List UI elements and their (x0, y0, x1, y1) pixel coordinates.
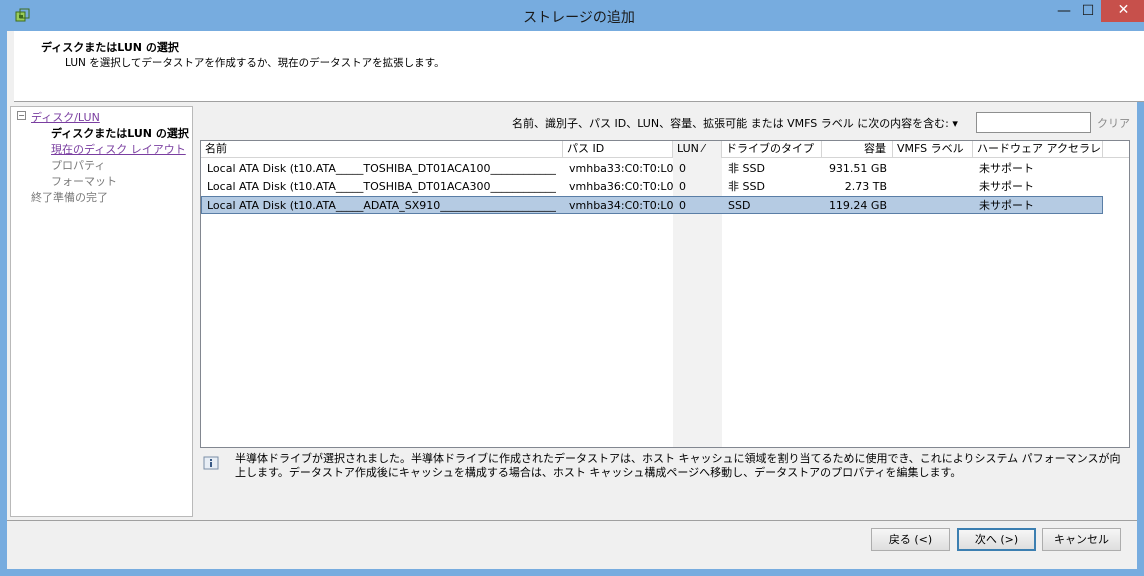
cell-vmfs-label (893, 178, 973, 196)
cell-drive-type: SSD (728, 199, 751, 212)
cell-lun: 0 (679, 199, 686, 212)
nav-item-format: フォーマット (51, 175, 117, 188)
back-button[interactable]: 戻る (<) (871, 528, 950, 551)
column-header-drive-type[interactable]: ドライブのタイプ (722, 141, 822, 158)
filter-input[interactable] (976, 112, 1091, 133)
cell-path-id: vmhba33:C0:T0:L0 (569, 162, 673, 175)
cell-drive-type: 非 SSD (728, 162, 765, 175)
wizard-steps-tree: − ディスク/LUN ディスクまたはLUN の選択 現在のディスク レイアウト … (10, 106, 193, 517)
cell-path-id: vmhba36:C0:T0:L0 (569, 180, 673, 193)
nav-item-properties: プロパティ (51, 159, 106, 172)
nav-item-ready-to-complete: 終了準備の完了 (31, 191, 108, 204)
cell-hw-accel: 未サポート (979, 162, 1034, 175)
cell-name: Local ATA Disk (t10.ATA_____ADATA_SX910_… (207, 199, 556, 212)
column-header-capacity[interactable]: 容量 (822, 141, 893, 158)
wizard-header: ディスクまたはLUN の選択 LUN を選択してデータストアを作成するか、現在の… (14, 31, 1144, 102)
cell-capacity: 119.24 GB (828, 199, 887, 212)
column-header-name[interactable]: 名前 (201, 141, 563, 158)
clear-filter-link[interactable]: クリア (1097, 115, 1130, 131)
maximize-button[interactable]: ☐ (1075, 0, 1101, 22)
cell-name: Local ATA Disk (t10.ATA_____TOSHIBA_DT01… (207, 180, 556, 193)
table-row-selected[interactable]: Local ATA Disk (t10.ATA_____ADATA_SX910_… (201, 196, 1103, 214)
cell-path-id: vmhba34:C0:T0:L0 (569, 199, 673, 212)
table-row[interactable]: Local ATA Disk (t10.ATA_____TOSHIBA_DT01… (201, 178, 1103, 196)
minimize-button[interactable]: — (1051, 0, 1077, 22)
filter-criteria-dropdown[interactable]: 名前、識別子、パス ID、LUN、容量、拡張可能 または VMFS ラベル に次… (512, 115, 958, 131)
table-header: 名前 パス ID LUN ⁄ ドライブのタイプ 容量 VMFS ラベル ハードウ… (201, 141, 1129, 158)
cell-vmfs-label (893, 197, 973, 215)
column-header-path-id[interactable]: パス ID (563, 141, 673, 158)
column-header-hw-accel[interactable]: ハードウェア アクセラレ... (973, 141, 1103, 158)
next-button[interactable]: 次へ (>) (957, 528, 1036, 551)
info-icon (203, 456, 219, 470)
cell-lun: 0 (679, 162, 686, 175)
cell-lun: 0 (679, 180, 686, 193)
page-subtitle: LUN を選択してデータストアを作成するか、現在のデータストアを拡張します。 (65, 57, 445, 69)
ssd-info-message: 半導体ドライブが選択されました。半導体ドライブに作成されたデータストアは、ホスト… (235, 452, 1121, 479)
window-title: ストレージの追加 (523, 10, 635, 26)
cell-drive-type: 非 SSD (728, 180, 765, 193)
nav-item-current-layout[interactable]: 現在のディスク レイアウト (51, 141, 186, 157)
column-header-lun[interactable]: LUN ⁄ (673, 141, 722, 158)
nav-item-select-disk: ディスクまたはLUN の選択 (51, 127, 189, 140)
column-header-vmfs-label[interactable]: VMFS ラベル (893, 141, 973, 158)
main-content: 名前、識別子、パス ID、LUN、容量、拡張可能 または VMFS ラベル に次… (193, 103, 1137, 518)
cell-name: Local ATA Disk (t10.ATA_____TOSHIBA_DT01… (207, 162, 556, 175)
footer-divider (7, 520, 1137, 521)
cell-capacity: 2.73 TB (844, 180, 887, 193)
title-bar: ストレージの追加 — ☐ ✕ (7, 0, 1144, 31)
cell-capacity: 931.51 GB (828, 162, 887, 175)
page-title: ディスクまたはLUN の選択 (41, 41, 179, 54)
collapse-icon[interactable]: − (17, 111, 26, 120)
cell-vmfs-label (893, 160, 973, 178)
cell-hw-accel: 未サポート (979, 180, 1034, 193)
lun-table: 名前 パス ID LUN ⁄ ドライブのタイプ 容量 VMFS ラベル ハードウ… (200, 140, 1130, 448)
close-button[interactable]: ✕ (1101, 0, 1144, 22)
nav-item-disk-lun[interactable]: ディスク/LUN (31, 109, 100, 125)
cell-hw-accel: 未サポート (979, 199, 1034, 212)
cancel-button[interactable]: キャンセル (1042, 528, 1121, 551)
table-row[interactable]: Local ATA Disk (t10.ATA_____TOSHIBA_DT01… (201, 160, 1103, 178)
